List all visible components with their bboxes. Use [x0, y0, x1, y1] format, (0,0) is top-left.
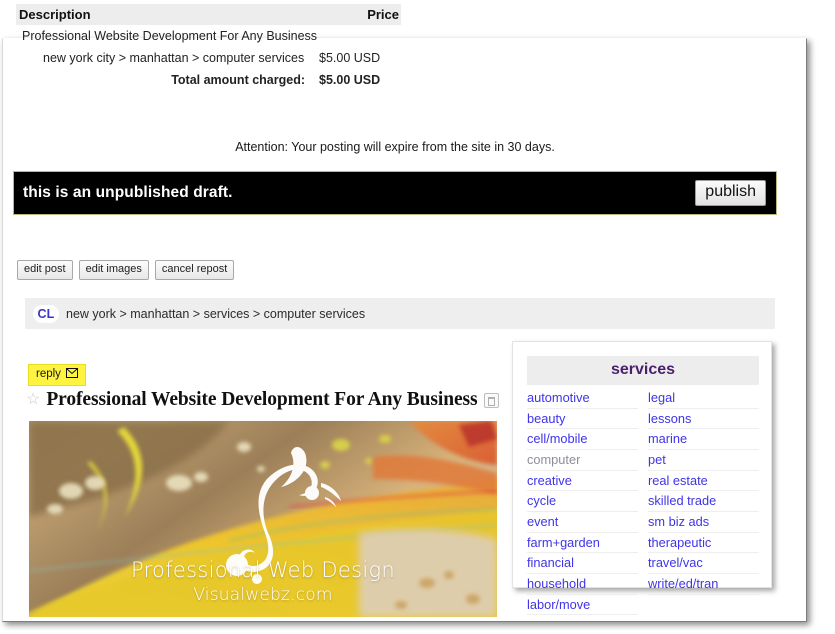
service-link-labor-move[interactable]: labor/move	[527, 595, 638, 616]
posting-title-row: ☆ Professional Website Development For A…	[26, 389, 499, 411]
envelope-icon	[65, 368, 78, 380]
image-caption-primary: Professional Web Design	[130, 558, 396, 582]
service-link-travel-vac[interactable]: travel/vac	[648, 553, 759, 574]
price-column-header: Price	[367, 7, 399, 22]
service-link-lessons[interactable]: lessons	[648, 409, 759, 430]
service-link-cell-mobile[interactable]: cell/mobile	[527, 429, 638, 450]
table-row: Professional Website Development For Any…	[16, 25, 401, 47]
service-link-financial[interactable]: financial	[527, 553, 638, 574]
services-link-columns: automotive beauty cell/mobile computer c…	[513, 385, 771, 616]
cl-logo-icon[interactable]: CL	[33, 304, 59, 323]
edit-post-button[interactable]: edit post	[17, 260, 73, 281]
expiry-notice: Attention: Your posting will expire from…	[235, 140, 555, 154]
receipt-total-row: Total amount charged: $5.00 USD	[16, 69, 401, 91]
receipt-item-price: $5.00 USD	[319, 51, 381, 65]
receipt-item-description: new york city > manhattan > computer ser…	[43, 51, 305, 65]
image-caption-secondary: Visualwebz.com	[193, 585, 333, 605]
service-link-event[interactable]: event	[527, 512, 638, 533]
service-link-creative[interactable]: creative	[527, 471, 638, 492]
service-link-skilled-trade[interactable]: skilled trade	[648, 491, 759, 512]
services-panel: services automotive beauty cell/mobile c…	[512, 341, 772, 616]
unpublished-draft-banner: this is an unpublished draft. publish	[13, 171, 777, 215]
service-link-computer[interactable]: computer	[527, 450, 638, 471]
page-title: Professional Website Development For Any…	[46, 389, 478, 410]
receipt-item-description: Professional Website Development For Any…	[22, 29, 318, 43]
reply-button[interactable]: reply	[28, 364, 86, 386]
total-amount: $5.00 USD	[319, 73, 381, 87]
services-column-right: legal lessons marine pet real estate ski…	[648, 388, 759, 615]
service-link-household[interactable]: household	[527, 574, 638, 595]
edit-images-button[interactable]: edit images	[78, 260, 149, 281]
post-actions-toolbar: edit post edit images cancel repost	[17, 260, 235, 281]
reply-label: reply	[36, 368, 61, 380]
service-link-farm-garden[interactable]: farm+garden	[527, 533, 638, 554]
services-column-left: automotive beauty cell/mobile computer c…	[527, 388, 638, 616]
service-link-automotive[interactable]: automotive	[527, 388, 638, 409]
breadcrumb-trail[interactable]: new york > manhattan > services > comput…	[66, 307, 365, 321]
service-link-real-estate[interactable]: real estate	[648, 471, 759, 492]
service-link-therapeutic[interactable]: therapeutic	[648, 533, 759, 554]
table-row: new york city > manhattan > computer ser…	[16, 47, 401, 69]
service-link-cycle[interactable]: cycle	[527, 491, 638, 512]
cancel-repost-button[interactable]: cancel repost	[154, 260, 235, 281]
service-link-write-ed-tran[interactable]: write/ed/tran	[648, 574, 759, 595]
trash-icon[interactable]	[483, 392, 499, 408]
breadcrumb: CL new york > manhattan > services > com…	[25, 298, 775, 329]
service-link-marine[interactable]: marine	[648, 429, 759, 450]
total-label: Total amount charged:	[171, 73, 305, 87]
service-link-legal[interactable]: legal	[648, 388, 759, 409]
draft-status-text: this is an unpublished draft.	[23, 184, 233, 201]
posting-image[interactable]: Professional Web Design Visualwebz.com	[29, 421, 497, 617]
services-panel-title: services	[527, 356, 759, 385]
receipt-header-row: Description Price	[16, 4, 401, 25]
description-column-header: Description	[19, 7, 91, 22]
receipt-table: Description Price Professional Website D…	[16, 4, 401, 91]
publish-button[interactable]: publish	[695, 180, 766, 206]
service-link-beauty[interactable]: beauty	[527, 409, 638, 430]
service-link-pet[interactable]: pet	[648, 450, 759, 471]
service-link-sm-biz-ads[interactable]: sm biz ads	[648, 512, 759, 533]
star-icon[interactable]: ☆	[26, 392, 40, 408]
